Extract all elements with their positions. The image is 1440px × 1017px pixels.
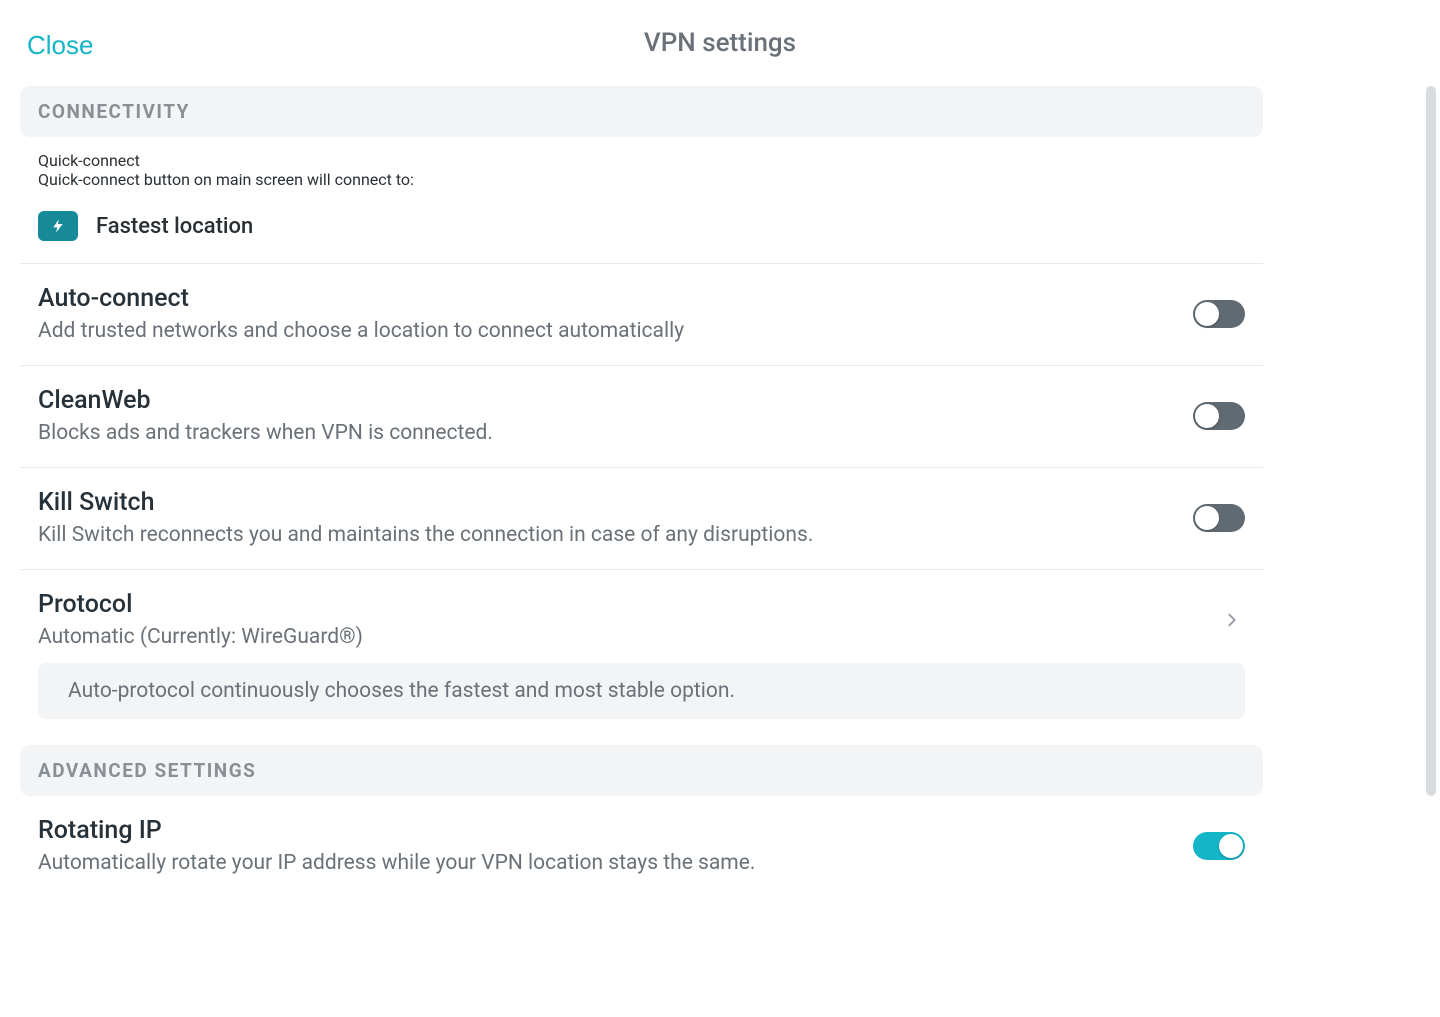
rotating-ip-row: Rotating IP Automatically rotate your IP… [20, 796, 1263, 897]
lightning-icon [38, 211, 78, 241]
protocol-subtitle: Automatic (Currently: WireGuard®) [38, 625, 1219, 649]
settings-scroll-area[interactable]: CONNECTIVITY Quick-connect Quick-connect… [20, 86, 1420, 1017]
section-header-connectivity: CONNECTIVITY [20, 86, 1263, 137]
kill-switch-subtitle: Kill Switch reconnects you and maintains… [38, 523, 1193, 547]
kill-switch-row: Kill Switch Kill Switch reconnects you a… [20, 468, 1263, 570]
kill-switch-title: Kill Switch [38, 488, 1193, 517]
section-header-advanced: ADVANCED SETTINGS [20, 745, 1263, 796]
rotating-ip-title: Rotating IP [38, 816, 1193, 845]
kill-switch-toggle[interactable] [1193, 504, 1245, 532]
protocol-title: Protocol [38, 590, 1219, 619]
rotating-ip-subtitle: Automatically rotate your IP address whi… [38, 851, 1193, 875]
protocol-row[interactable]: Protocol Automatic (Currently: WireGuard… [20, 570, 1263, 663]
close-button[interactable]: Close [27, 30, 93, 61]
page-title: VPN settings [644, 28, 796, 58]
scrollbar[interactable] [1426, 86, 1436, 796]
cleanweb-row: CleanWeb Blocks ads and trackers when VP… [20, 366, 1263, 468]
auto-connect-subtitle: Add trusted networks and choose a locati… [38, 319, 1193, 343]
cleanweb-subtitle: Blocks ads and trackers when VPN is conn… [38, 421, 1193, 445]
protocol-note: Auto-protocol continuously chooses the f… [38, 663, 1245, 719]
header: Close VPN settings [0, 0, 1440, 86]
rotating-ip-toggle[interactable] [1193, 832, 1245, 860]
quick-connect-title: Quick-connect [38, 151, 1245, 170]
quick-connect-selection[interactable]: Fastest location [38, 211, 1245, 241]
cleanweb-title: CleanWeb [38, 386, 1193, 415]
auto-connect-toggle[interactable] [1193, 300, 1245, 328]
auto-connect-row: Auto-connect Add trusted networks and ch… [20, 264, 1263, 366]
auto-connect-title: Auto-connect [38, 284, 1193, 313]
quick-connect-row[interactable]: Quick-connect Quick-connect button on ma… [20, 137, 1263, 264]
cleanweb-toggle[interactable] [1193, 402, 1245, 430]
chevron-right-icon[interactable] [1219, 607, 1245, 633]
quick-connect-subtitle: Quick-connect button on main screen will… [38, 170, 1245, 189]
quick-connect-value: Fastest location [96, 214, 253, 239]
